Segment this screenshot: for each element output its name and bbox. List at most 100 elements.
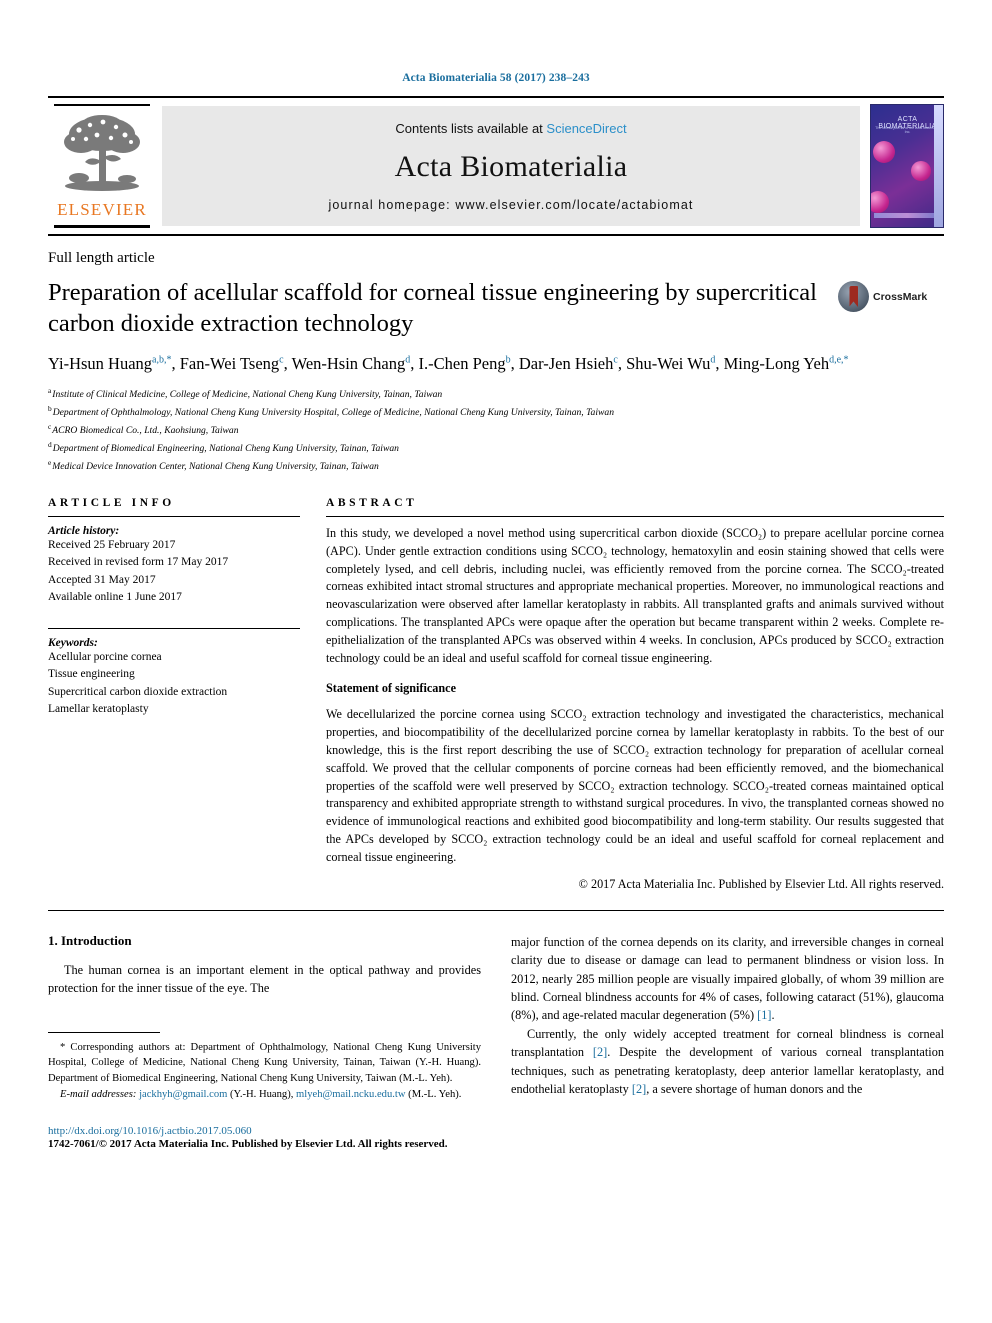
cover-subtitle-text: The official journal of the Acta Materia… — [875, 126, 940, 134]
author-name: Yi-Hsun Huang — [48, 353, 153, 373]
issn-copyright-line: 1742-7061/© 2017 Acta Materialia Inc. Pu… — [48, 1138, 448, 1151]
author-name: Wen-Hsin Chang — [291, 353, 406, 373]
sciencedirect-link[interactable]: ScienceDirect — [546, 121, 626, 136]
contents-available-line: Contents lists available at ScienceDirec… — [395, 121, 626, 136]
journal-masthead: ELSEVIER Contents lists available at Sci… — [48, 96, 944, 236]
contents-prefix: Contents lists available at — [395, 120, 547, 136]
crossmark-label: CrossMark — [873, 290, 928, 303]
author-affiliation-marker: d,e,* — [829, 354, 849, 366]
statement-of-significance-heading: Statement of significance — [326, 681, 456, 696]
doi-link[interactable]: http://dx.doi.org/10.1016/j.actbio.2017.… — [48, 1125, 481, 1137]
email-label: E-mail addresses: — [60, 1089, 137, 1101]
affiliation-text: Medical Device Innovation Center, Nation… — [52, 461, 379, 473]
email-note: E-mail addresses: jackhyh@gmail.com (Y.-… — [48, 1087, 481, 1103]
affiliation-marker: d — [48, 439, 52, 449]
author-name: Dar-Jen Hsieh — [518, 353, 614, 373]
affiliation-marker: a — [48, 385, 52, 395]
logo-rule-bottom — [54, 225, 150, 228]
author-name: Shu-Wei Wu — [626, 353, 711, 373]
statement-of-significance-body: We decellularized the porcine cornea usi… — [326, 707, 944, 864]
author-affiliation-marker: c — [613, 354, 618, 366]
affiliation-text: Department of Biomedical Engineering, Na… — [52, 442, 399, 454]
right-text-2-end: , a severe shortage of human donors and … — [646, 1082, 863, 1097]
introduction-paragraph-left: The human cornea is an important element… — [48, 961, 481, 998]
introduction-paragraph-right-1: major function of the cornea depends on … — [511, 933, 944, 1025]
article-history-label: Article history: — [48, 524, 120, 537]
masthead-center-panel: Contents lists available at ScienceDirec… — [162, 106, 860, 226]
author-name: Ming-Long Yeh — [723, 353, 830, 373]
right-body-column: major function of the cornea depends on … — [511, 933, 944, 1150]
cover-sphere-icon — [911, 161, 931, 181]
introduction-paragraph-right-2: Currently, the only widely accepted trea… — [511, 1025, 944, 1099]
paper-page: Acta Biomaterialia 58 (2017) 238–243 ELS… — [0, 0, 992, 1323]
author-name: I.-Chen Peng — [418, 353, 506, 373]
author-affiliation-marker: d — [405, 354, 411, 366]
citation-ref-2a[interactable]: [2] — [593, 1045, 607, 1059]
affiliation-marker: c — [48, 421, 52, 431]
affiliation-marker: b — [48, 403, 52, 413]
divider — [48, 627, 300, 629]
affiliation-text: ACRO Biomedical Co., Ltd., Kaohsiung, Ta… — [52, 424, 239, 436]
elsevier-wordmark: ELSEVIER — [57, 200, 147, 219]
body-columns: 1. Introduction The human cornea is an i… — [48, 933, 944, 1150]
affiliation-item: eMedical Device Innovation Center, Natio… — [48, 457, 944, 475]
affiliation-list: aInstitute of Clinical Medicine, College… — [48, 385, 944, 475]
right-text-1: major function of the cornea depends on … — [511, 934, 944, 1023]
footnote-block: * Corresponding authors at: Department o… — [48, 1031, 481, 1151]
left-body-column: 1. Introduction The human cornea is an i… — [48, 933, 481, 1150]
affiliation-text: Institute of Clinical Medicine, College … — [52, 388, 443, 400]
affiliation-item: aInstitute of Clinical Medicine, College… — [48, 385, 944, 403]
journal-title: Acta Biomaterialia — [394, 149, 628, 183]
email-owner-1: (Y.-H. Huang), — [227, 1089, 297, 1101]
citation-ref-1[interactable]: [1] — [757, 1008, 771, 1022]
article-history-item: Received 25 February 2017 — [48, 538, 176, 551]
divider — [48, 515, 300, 517]
author-list: Yi-Hsun Huanga,b,*, Fan-Wei Tsengc, Wen-… — [48, 353, 849, 373]
abstract-copyright: © 2017 Acta Materialia Inc. Published by… — [578, 876, 944, 891]
cover-sphere-icon — [871, 191, 889, 213]
cover-spine-strip — [934, 105, 943, 227]
author-affiliation-marker: c — [279, 354, 284, 366]
author-affiliation-marker: b — [505, 354, 511, 366]
author-affiliation-marker: a,b,* — [152, 354, 172, 366]
section-divider — [48, 909, 944, 911]
introduction-left-text: The human cornea is an important element… — [48, 962, 481, 996]
email-link-1[interactable]: jackhyh@gmail.com — [139, 1089, 227, 1100]
introduction-heading: 1. Introduction — [48, 932, 132, 948]
keywords-label: Keywords: — [48, 636, 98, 649]
affiliation-marker: e — [48, 457, 52, 467]
elsevier-logo: ELSEVIER — [48, 98, 156, 234]
journal-homepage-url[interactable]: journal homepage: www.elsevier.com/locat… — [329, 198, 694, 212]
author-name: Fan-Wei Tseng — [179, 353, 280, 373]
article-info-column: ARTICLE INFO Article history: Received 2… — [48, 497, 300, 892]
email-owner-2: (M.-L. Yeh). — [405, 1089, 462, 1101]
keyword-item: Lamellar keratoplasty — [48, 703, 149, 716]
article-title: Preparation of acellular scaffold for co… — [48, 279, 817, 338]
article-history-item: Received in revised form 17 May 2017 — [48, 556, 229, 569]
author-affiliation-marker: d — [710, 354, 716, 366]
citation-ref-2b[interactable]: [2] — [632, 1082, 646, 1096]
affiliation-text: Department of Ophthalmology, National Ch… — [52, 406, 615, 418]
cover-bottom-band — [874, 213, 940, 218]
affiliation-item: bDepartment of Ophthalmology, National C… — [48, 403, 944, 421]
right-text-1-end: . — [771, 1008, 775, 1023]
abstract-body: In this study, we developed a novel meth… — [326, 525, 944, 665]
running-head: Acta Biomaterialia 58 (2017) 238–243 — [402, 72, 590, 84]
article-history-item: Accepted 31 May 2017 — [48, 573, 156, 586]
email-link-2[interactable]: mlyeh@mail.ncku.edu.tw — [296, 1089, 406, 1100]
divider — [326, 515, 944, 517]
article-info-heading: ARTICLE INFO — [48, 496, 175, 509]
logo-rule-top — [54, 104, 150, 106]
corresponding-text: Corresponding authors at: Department of … — [48, 1041, 481, 1085]
footnote-rule — [48, 1031, 160, 1033]
keyword-item: Tissue engineering — [48, 668, 135, 681]
article-history-item: Available online 1 June 2017 — [48, 591, 182, 604]
crossmark-badge[interactable]: CrossMark — [838, 277, 927, 312]
affiliation-item: dDepartment of Biomedical Engineering, N… — [48, 439, 944, 457]
abstract-heading: ABSTRACT — [326, 496, 418, 509]
elsevier-tree-icon — [64, 115, 140, 191]
corresponding-author-note: * Corresponding authors at: Department o… — [48, 1040, 481, 1088]
keyword-item: Supercritical carbon dioxide extraction — [48, 685, 228, 698]
info-abstract-block: ARTICLE INFO Article history: Received 2… — [48, 497, 944, 892]
